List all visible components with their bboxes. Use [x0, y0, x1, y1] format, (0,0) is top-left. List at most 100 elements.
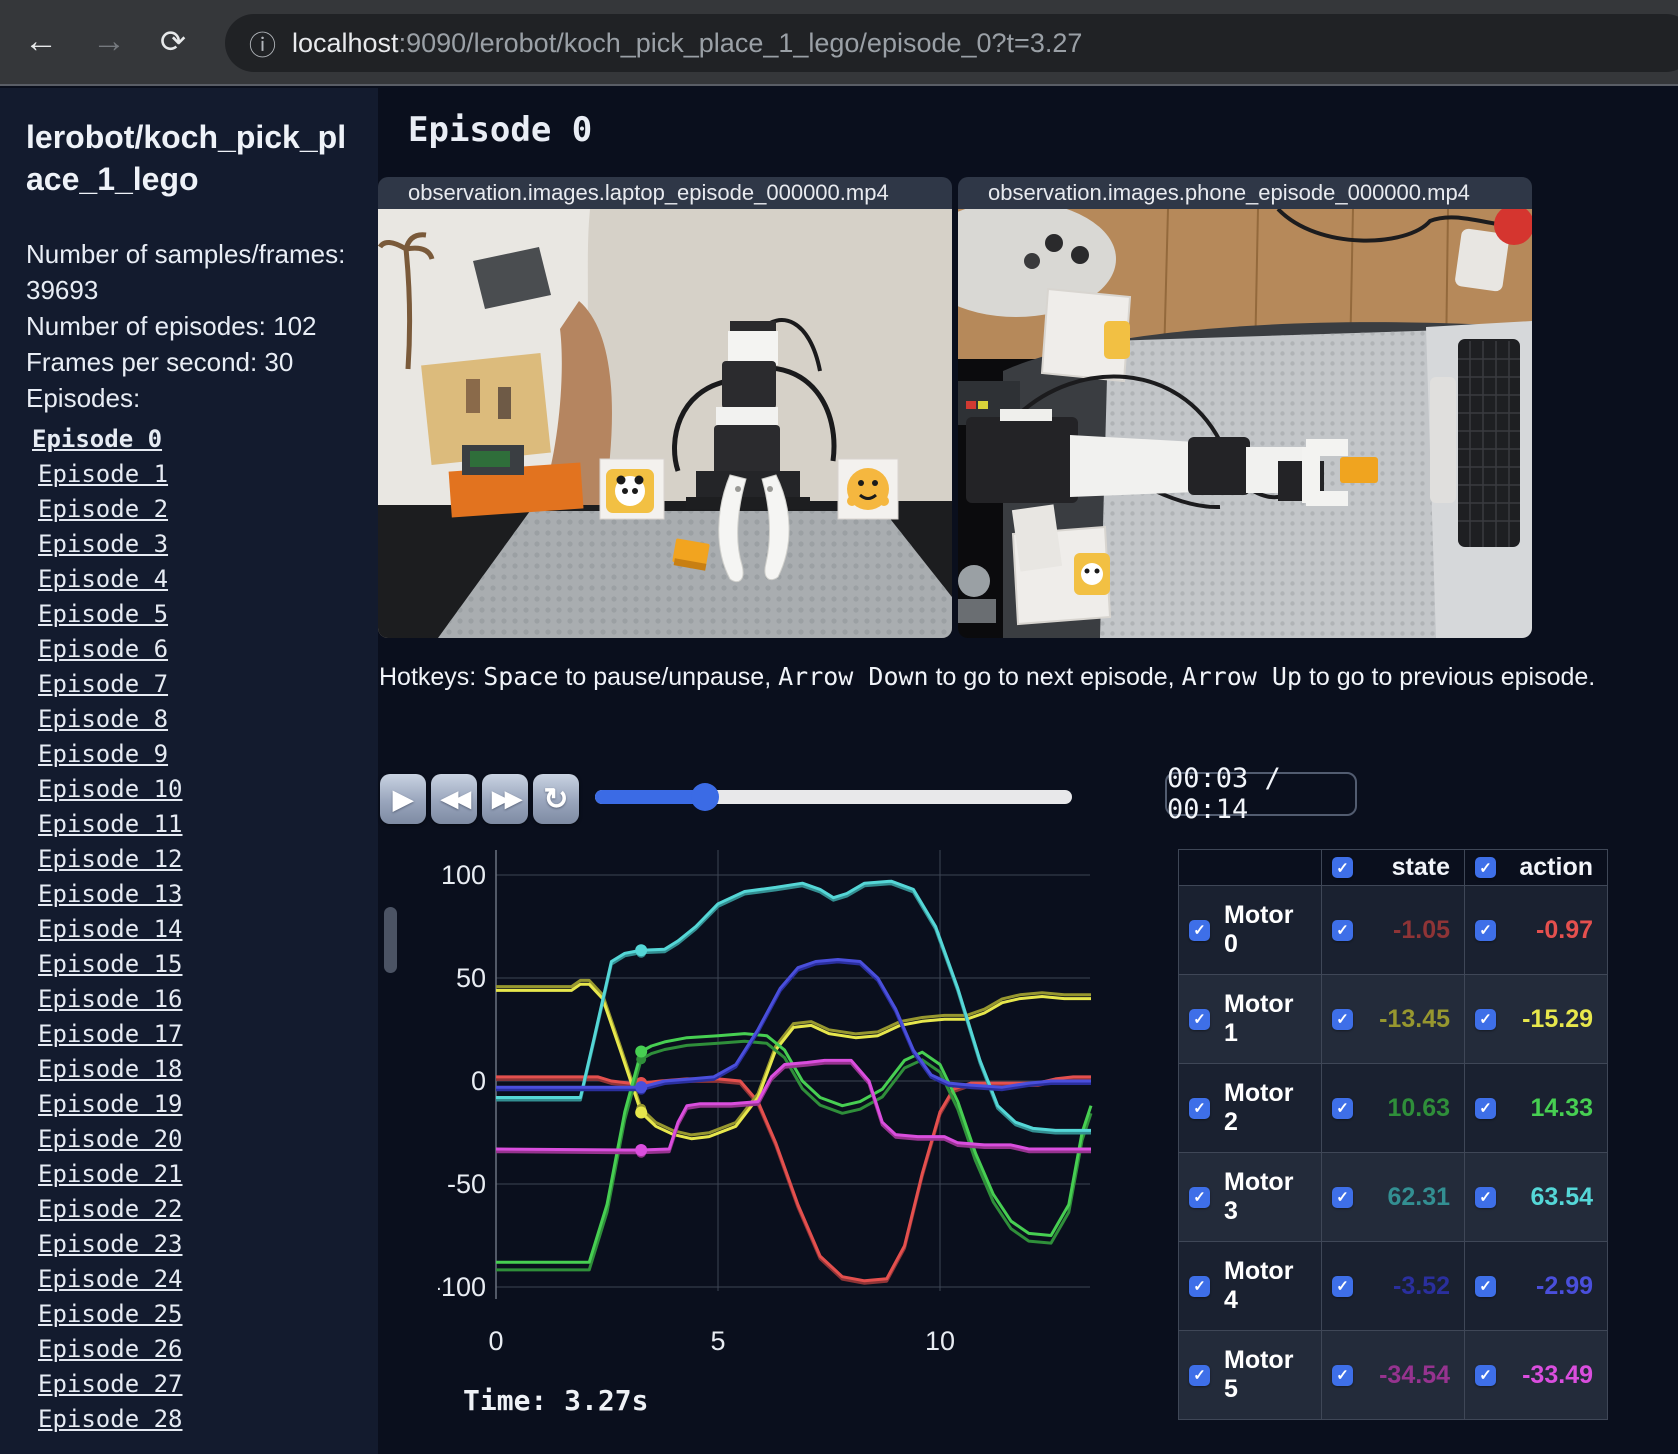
checkbox[interactable]: ✓: [1475, 1186, 1496, 1208]
episode-link[interactable]: Episode 17: [26, 1017, 378, 1052]
checkbox[interactable]: ✓: [1189, 1097, 1210, 1119]
episode-link[interactable]: Episode 21: [26, 1157, 378, 1192]
smiley-hand-right: [879, 496, 889, 506]
episode-link[interactable]: Episode 9: [26, 737, 378, 772]
site-info-icon[interactable]: ⓘ: [249, 24, 276, 63]
episode-link[interactable]: Episode 12: [26, 842, 378, 877]
motor-name-cell: ✓ Motor 2: [1178, 1063, 1322, 1153]
episode-link[interactable]: Episode 27: [26, 1367, 378, 1402]
episode-link[interactable]: Episode 7: [26, 667, 378, 702]
motor-name: Motor 5: [1224, 1346, 1294, 1403]
episode-link[interactable]: Episode 18: [26, 1052, 378, 1087]
episode-link[interactable]: Episode 2: [26, 492, 378, 527]
checkbox[interactable]: ✓: [1332, 919, 1353, 941]
episode-link[interactable]: Episode 19: [26, 1087, 378, 1122]
address-bar[interactable]: ⓘ localhost:9090/lerobot/koch_pick_place…: [225, 14, 1678, 72]
checkbox[interactable]: ✓: [1475, 919, 1496, 941]
seek-slider-thumb[interactable]: [690, 783, 719, 811]
line-motor-3-state: [496, 882, 1091, 1135]
fast-forward-button[interactable]: ▶▶: [482, 774, 528, 824]
episode-link[interactable]: Episode 15: [26, 947, 378, 982]
forward-icon[interactable]: →: [92, 22, 126, 61]
chart-time-label: Time: 3.27s: [463, 1384, 649, 1417]
motor-name-cell: ✓ Motor 4: [1178, 1241, 1322, 1331]
hotkeys-mid2: to go to next episode,: [928, 663, 1182, 691]
x-tick-label: 10: [925, 1326, 955, 1356]
episode-link[interactable]: Episode 1: [26, 457, 378, 492]
motor-table-body: ✓ Motor 0 ✓ -1.05 ✓ -0.97 ✓ Motor 1 ✓ -13.45 ✓ -15.…: [1178, 885, 1608, 1420]
url-host: localhost: [292, 27, 399, 58]
checkbox[interactable]: ✓: [1475, 857, 1496, 878]
episode-link[interactable]: Episode 26: [26, 1332, 378, 1367]
motor-row: ✓ Motor 0 ✓ -1.05 ✓ -0.97: [1178, 885, 1608, 975]
checkbox[interactable]: ✓: [1332, 1097, 1353, 1119]
checkbox[interactable]: ✓: [1332, 1275, 1353, 1297]
robot-servo-lower: [714, 425, 780, 475]
checkbox[interactable]: ✓: [1475, 1364, 1496, 1386]
episode-link[interactable]: Episode 20: [26, 1122, 378, 1157]
episode-link[interactable]: Episode 14: [26, 912, 378, 947]
motor-state-value: 10.63: [1387, 1093, 1450, 1122]
motor-action-value: -33.49: [1522, 1360, 1593, 1389]
checkbox[interactable]: ✓: [1189, 919, 1210, 941]
checkbox[interactable]: ✓: [1475, 1275, 1496, 1297]
rewind-button[interactable]: ◀◀: [431, 774, 477, 824]
episode-link[interactable]: Episode 28: [26, 1402, 378, 1437]
video-laptop-scene: [378, 209, 952, 638]
checkbox[interactable]: ✓: [1189, 1186, 1210, 1208]
motor-action-value: -15.29: [1522, 1004, 1593, 1033]
episodes-label: Episodes:: [26, 383, 141, 413]
motor-row: ✓ Motor 2 ✓ 10.63 ✓ 14.33: [1178, 1063, 1608, 1153]
checkbox[interactable]: ✓: [1332, 1008, 1353, 1030]
episode-link[interactable]: Episode 3: [26, 527, 378, 562]
episode-link[interactable]: Episode 25: [26, 1297, 378, 1332]
checkbox[interactable]: ✓: [1332, 1364, 1353, 1386]
smiley-eye-left: [858, 480, 864, 486]
checkbox[interactable]: ✓: [1475, 1097, 1496, 1119]
marker-action: [635, 1106, 648, 1119]
time-display: 00:03 / 00:14: [1165, 763, 1357, 825]
panda-eye-right: [632, 488, 638, 494]
laptop-keyboard: [1458, 339, 1520, 547]
back-icon[interactable]: ←: [24, 22, 58, 61]
arm-shoulder-cap: [1000, 409, 1052, 421]
episode-link[interactable]: Episode 4: [26, 562, 378, 597]
page: lerobot/koch_pick_place_1_lego Number of…: [0, 88, 1678, 1454]
episode-link[interactable]: Episode 10: [26, 772, 378, 807]
loop-button[interactable]: ↻: [533, 774, 579, 824]
motor-chart: 100500-50-1000510: [438, 850, 1093, 1356]
play-button[interactable]: ▶: [380, 774, 426, 824]
seek-slider-fill: [595, 790, 705, 804]
episode-link[interactable]: Episode 23: [26, 1227, 378, 1262]
checkbox[interactable]: ✓: [1189, 1275, 1210, 1297]
motor-action-value: 63.54: [1530, 1182, 1593, 1211]
checkbox[interactable]: ✓: [1189, 1008, 1210, 1030]
motor-name-cell: ✓ Motor 0: [1178, 885, 1322, 975]
reload-icon[interactable]: ⟳: [160, 24, 186, 60]
video-panel-laptop: observation.images.laptop_episode_000000…: [378, 177, 952, 638]
episode-link[interactable]: Episode 13: [26, 877, 378, 912]
checkbox[interactable]: ✓: [1332, 1186, 1353, 1208]
motor-state-cell: ✓ -1.05: [1321, 885, 1465, 975]
scrollbar-thumb[interactable]: [384, 907, 397, 973]
episode-link[interactable]: Episode 22: [26, 1192, 378, 1227]
motor-state-value: -1.05: [1393, 915, 1450, 944]
checkbox[interactable]: ✓: [1475, 1008, 1496, 1030]
episode-link[interactable]: Episode 8: [26, 702, 378, 737]
motor-name: Motor 2: [1224, 1079, 1294, 1136]
episode-link[interactable]: Episode 5: [26, 597, 378, 632]
laptop-trackpad: [1430, 377, 1456, 503]
episode-link[interactable]: Episode 16: [26, 982, 378, 1017]
y-tick-label: -50: [447, 1169, 486, 1199]
episode-link[interactable]: Episode 24: [26, 1262, 378, 1297]
seek-slider[interactable]: [595, 783, 1072, 811]
motor-table: ✓ state ✓ action ✓ Motor 0 ✓ -1.05 ✓ -0.97 ✓ Motor…: [1178, 849, 1608, 1420]
checkbox[interactable]: ✓: [1332, 857, 1353, 878]
episode-link[interactable]: Episode 0: [26, 422, 378, 457]
episode-link[interactable]: Episode 6: [26, 632, 378, 667]
panda-face-2: [1081, 563, 1103, 585]
episode-link[interactable]: Episode 11: [26, 807, 378, 842]
checkbox[interactable]: ✓: [1189, 1364, 1210, 1386]
motor-name-cell: ✓ Motor 3: [1178, 1152, 1322, 1242]
motor-row: ✓ Motor 1 ✓ -13.45 ✓ -15.29: [1178, 974, 1608, 1064]
